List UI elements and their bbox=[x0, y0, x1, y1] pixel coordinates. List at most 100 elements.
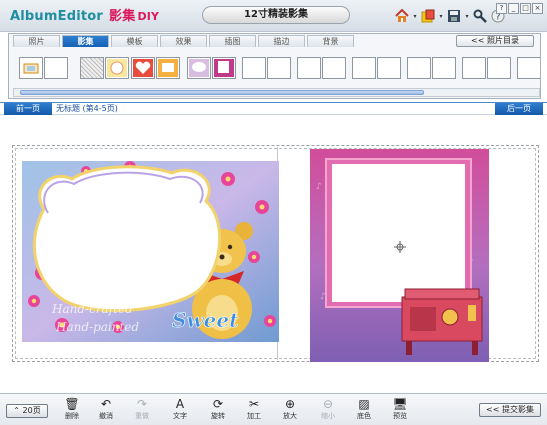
tab-3[interactable]: 效果 bbox=[160, 35, 207, 47]
thumbnail-scrollbar[interactable] bbox=[13, 88, 540, 97]
preview-icon: 🖥 bbox=[392, 397, 408, 411]
title-bar: AlbumEditor 影集 DIY 12寸精装影集 ▾ ▾ ▾ ? ? _ □ × bbox=[0, 0, 547, 32]
page-count-label: 20页 bbox=[22, 406, 41, 415]
crosshair-icon bbox=[394, 241, 406, 253]
page-thumbnail[interactable] bbox=[187, 57, 211, 79]
page-title: 无标题 (第4-5页) bbox=[56, 104, 118, 113]
import-icon[interactable] bbox=[420, 8, 436, 24]
trash-button[interactable]: 🗑 删除 bbox=[58, 397, 86, 421]
page-thumbnail[interactable] bbox=[105, 57, 129, 79]
page-thumbnail[interactable] bbox=[242, 57, 266, 79]
tab-1[interactable]: 影集 bbox=[62, 35, 109, 47]
zoom-out-icon: ⊖ bbox=[322, 397, 334, 411]
previous-page-button[interactable]: 前一页 bbox=[4, 103, 52, 115]
top-toolbar: ▾ ▾ ▾ ? bbox=[394, 8, 506, 24]
zoom-out-button[interactable]: ⊖ 缩小 bbox=[314, 397, 342, 421]
photo-directory-button[interactable]: << 照片目录 bbox=[456, 35, 534, 47]
tool-label: 加工 bbox=[247, 412, 261, 420]
tab-2[interactable]: 模板 bbox=[111, 35, 158, 47]
page-thumbnail-strip bbox=[13, 53, 540, 87]
page-thumbnail[interactable] bbox=[212, 57, 236, 79]
svg-text:Hand-painted: Hand-painted bbox=[55, 320, 139, 334]
tab-5[interactable]: 描边 bbox=[258, 35, 305, 47]
right-page-template[interactable]: ♪♫♪ ♪♫ bbox=[310, 149, 489, 362]
scissors-button[interactable]: ✂ 加工 bbox=[240, 397, 268, 421]
home-icon[interactable] bbox=[394, 8, 410, 24]
tab-0[interactable]: 照片 bbox=[13, 35, 60, 47]
tools-icon[interactable] bbox=[472, 8, 488, 24]
tool-label: 缩小 bbox=[321, 412, 335, 420]
window-controls: ? _ □ × bbox=[496, 3, 543, 14]
page-thumbnail[interactable] bbox=[156, 57, 180, 79]
page-thumbnail[interactable] bbox=[462, 57, 486, 79]
rotate-icon: ⟳ bbox=[212, 397, 224, 411]
trash-icon: 🗑 bbox=[64, 397, 80, 411]
svg-text:?: ? bbox=[496, 13, 501, 23]
page-thumbnail[interactable] bbox=[432, 57, 456, 79]
text-icon: A bbox=[175, 397, 185, 411]
svg-text:♪: ♪ bbox=[316, 182, 322, 192]
redo-icon: ↷ bbox=[136, 397, 148, 411]
scrollbar-thumb[interactable] bbox=[20, 90, 424, 95]
page-thumbnail[interactable] bbox=[352, 57, 376, 79]
undo-icon: ↶ bbox=[100, 397, 112, 411]
logo-text: AlbumEditor bbox=[10, 9, 104, 24]
background-color-button[interactable]: ▨ 底色 bbox=[350, 397, 378, 421]
page-thumbnail[interactable] bbox=[19, 57, 43, 79]
restore-button[interactable]: □ bbox=[520, 3, 531, 14]
tool-label: 文字 bbox=[173, 412, 187, 420]
undo-button[interactable]: ↶ 撤消 bbox=[92, 397, 120, 421]
redo-button[interactable]: ↷ 重做 bbox=[128, 397, 156, 421]
rotate-button[interactable]: ⟳ 旋转 bbox=[204, 397, 232, 421]
logo-cn: 影集 bbox=[109, 9, 136, 24]
close-button[interactable]: × bbox=[532, 3, 543, 14]
text-button[interactable]: A 文字 bbox=[166, 397, 194, 421]
svg-text:Hand-crafted: Hand-crafted bbox=[51, 302, 133, 316]
tool-label: 撤消 bbox=[99, 412, 113, 420]
page-thumbnail[interactable] bbox=[267, 57, 291, 79]
save-dropdown-icon[interactable]: ▾ bbox=[464, 8, 470, 24]
page-thumbnail[interactable] bbox=[517, 57, 540, 79]
page-thumbnail[interactable] bbox=[407, 57, 431, 79]
svg-text:Sweet: Sweet bbox=[172, 308, 239, 332]
svg-text:♪: ♪ bbox=[320, 292, 326, 302]
page-thumbnail[interactable] bbox=[487, 57, 511, 79]
tool-label: 重做 bbox=[135, 412, 149, 420]
page-thumbnail[interactable] bbox=[377, 57, 401, 79]
tool-label: 删除 bbox=[65, 412, 79, 420]
left-page-template[interactable]: Hand-crafted Hand-painted Sweet bbox=[22, 161, 279, 342]
resource-tabs: 照片 影集 模板 效果 插图 描边 背景 bbox=[13, 35, 354, 47]
page-thumbnail[interactable] bbox=[80, 57, 104, 79]
import-dropdown-icon[interactable]: ▾ bbox=[438, 8, 444, 24]
app-logo: AlbumEditor 影集 DIY bbox=[10, 5, 159, 24]
bottom-toolbar: ⌃ 20页 🗑 删除 ↶ 撤消 ↷ 重做 A 文字 ⟳ 旋转 ✂ 加工 ⊕ 放大 ⊖ 缩小 ▨ 底色 🖥 预览 << … bbox=[0, 393, 547, 425]
scissors-icon: ✂ bbox=[248, 397, 260, 411]
tool-label: 旋转 bbox=[211, 412, 225, 420]
submit-album-button[interactable]: << 提交影集 bbox=[479, 403, 541, 417]
expand-icon: ⌃ bbox=[13, 406, 23, 415]
tab-6[interactable]: 背景 bbox=[307, 35, 354, 47]
minimize-button[interactable]: _ bbox=[508, 3, 519, 14]
document-title[interactable]: 12寸精装影集 bbox=[202, 6, 350, 24]
help-window-button[interactable]: ? bbox=[496, 3, 507, 14]
tool-label: 预览 bbox=[393, 412, 407, 420]
page-thumbnail[interactable] bbox=[322, 57, 346, 79]
tool-label: 放大 bbox=[283, 412, 297, 420]
zoom-in-button[interactable]: ⊕ 放大 bbox=[276, 397, 304, 421]
page-thumbnail[interactable] bbox=[44, 57, 68, 79]
resource-panel: 照片 影集 模板 效果 插图 描边 背景 << 照片目录 bbox=[8, 33, 541, 99]
page-count-button[interactable]: ⌃ 20页 bbox=[6, 404, 48, 418]
page-thumbnail[interactable] bbox=[131, 57, 155, 79]
next-page-button[interactable]: 后一页 bbox=[495, 103, 543, 115]
save-icon[interactable] bbox=[446, 8, 462, 24]
tool-label: 底色 bbox=[357, 412, 371, 420]
preview-button[interactable]: 🖥 预览 bbox=[386, 397, 414, 421]
logo-diy: DIY bbox=[137, 10, 160, 23]
home-dropdown-icon[interactable]: ▾ bbox=[412, 8, 418, 24]
zoom-in-icon: ⊕ bbox=[284, 397, 296, 411]
album-editor-window: AlbumEditor 影集 DIY 12寸精装影集 ▾ ▾ ▾ ? ? _ □ ×… bbox=[0, 0, 547, 425]
page-thumbnail[interactable] bbox=[297, 57, 321, 79]
background-color-icon: ▨ bbox=[358, 397, 370, 411]
page-navigation-bar: 前一页 无标题 (第4-5页) 后一页 bbox=[0, 102, 547, 115]
tab-4[interactable]: 插图 bbox=[209, 35, 256, 47]
